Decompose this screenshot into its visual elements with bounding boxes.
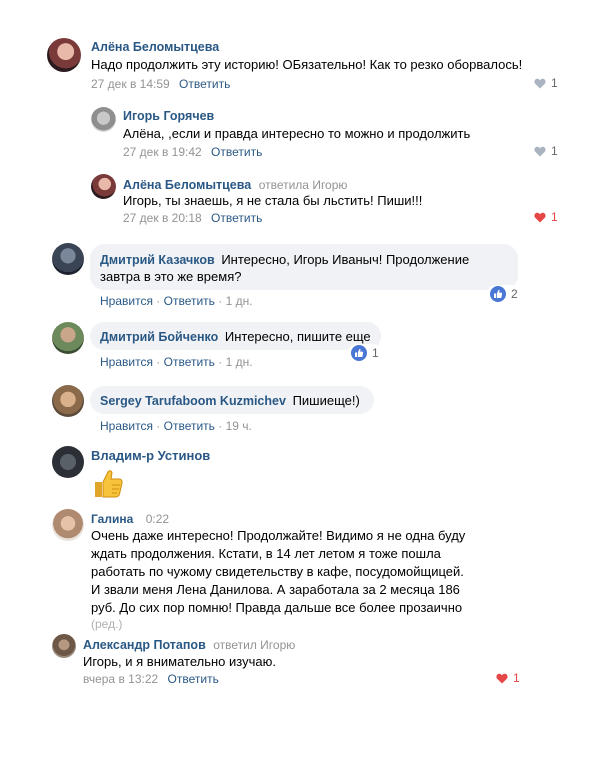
- comment-time[interactable]: 1 дн.: [226, 355, 253, 369]
- comment-author[interactable]: Александр Потапов: [83, 638, 206, 652]
- reply-link[interactable]: Ответить: [164, 355, 215, 369]
- comment-header: Галина 0:22: [91, 510, 169, 528]
- comment-author[interactable]: Алёна Беломытцева: [91, 40, 219, 54]
- comment-author[interactable]: Дмитрий Бойченко: [100, 330, 218, 344]
- comment-meta: вчера в 13:22 Ответить: [83, 672, 219, 686]
- comment-date[interactable]: 27 дек в 19:42: [123, 145, 202, 159]
- like-link[interactable]: Нравится: [100, 294, 153, 308]
- comment-line: Дмитрий Казачков Интересно, Игорь Иваныч…: [100, 252, 469, 267]
- comment-text: Интересно, пишите еще: [224, 329, 371, 344]
- comment-text: Игорь, и я внимательно изучаю.: [83, 654, 276, 669]
- comment-text-line: руб. До сих пор помню! Правда дальше все…: [91, 600, 463, 615]
- reply-link[interactable]: Ответить: [211, 211, 262, 225]
- heart-icon: [496, 673, 508, 683]
- comment-header: Александр Потапов ответил Игорю: [83, 636, 295, 654]
- comment-author[interactable]: Алёна Беломытцева: [123, 178, 251, 192]
- comment-header: Алёна Беломытцева ответила Игорю: [123, 176, 347, 194]
- comment-date[interactable]: 27 дек в 14:59: [91, 77, 170, 91]
- comment-time[interactable]: 19 ч.: [226, 419, 252, 433]
- like-link[interactable]: Нравится: [100, 355, 153, 369]
- avatar[interactable]: [52, 446, 84, 478]
- separator: ·: [156, 419, 161, 433]
- like-button[interactable]: 1: [534, 144, 558, 158]
- heart-icon: [534, 78, 546, 88]
- avatar[interactable]: [52, 243, 84, 275]
- like-button[interactable]: 1: [534, 210, 558, 224]
- comment-time[interactable]: 1 дн.: [226, 294, 253, 308]
- like-button[interactable]: 1: [496, 671, 520, 685]
- thumbs-up-icon: [490, 286, 506, 302]
- comment-line: Дмитрий Бойченко Интересно, пишите еще: [100, 329, 371, 344]
- separator: ·: [156, 355, 161, 369]
- reaction-count[interactable]: 2: [487, 285, 521, 303]
- comment-actions: Нравится · Ответить · 1 дн.: [100, 355, 253, 369]
- like-count: 1: [551, 76, 558, 90]
- answered-to[interactable]: ответил Игорю: [213, 638, 295, 652]
- comment-author[interactable]: Игорь Горячев: [123, 109, 214, 123]
- comment-actions: Нравится · Ответить · 1 дн.: [100, 294, 253, 308]
- thumbs-up-icon: [351, 345, 367, 361]
- avatar[interactable]: [47, 38, 81, 72]
- comment-date[interactable]: 27 дек в 20:18: [123, 211, 202, 225]
- separator: ·: [156, 294, 161, 308]
- comment-text: Надо продолжить эту историю! ОБязательно…: [91, 57, 523, 72]
- reply-link[interactable]: Ответить: [211, 145, 262, 159]
- comment-actions: Нравится · Ответить · 19 ч.: [100, 419, 252, 433]
- avatar[interactable]: [91, 174, 116, 199]
- separator: ·: [218, 419, 223, 433]
- thumbs-up-sticker-icon: [95, 470, 123, 498]
- comment-text-line: Очень даже интересно! Продолжайте! Видим…: [91, 528, 466, 543]
- comment-date[interactable]: вчера в 13:22: [83, 672, 158, 686]
- comment-meta: 27 дек в 20:18 Ответить: [123, 211, 262, 225]
- comment-text: Игорь, ты знаешь, я не стала бы льстить!…: [123, 193, 423, 208]
- reaction-count[interactable]: 1: [348, 344, 382, 362]
- reply-link[interactable]: Ответить: [168, 672, 219, 686]
- like-count: 1: [551, 210, 558, 224]
- comment-author[interactable]: Дмитрий Казачков: [100, 253, 215, 267]
- edited-label: (ред.): [91, 617, 123, 631]
- thumbs-up-sticker: [92, 468, 124, 505]
- comment-author[interactable]: Владим-р Устинов: [91, 448, 210, 463]
- comment-author[interactable]: Sergey Tarufaboom Kuzmichev: [100, 394, 286, 408]
- reply-link[interactable]: Ответить: [164, 294, 215, 308]
- separator: ·: [218, 294, 223, 308]
- comment-time[interactable]: 0:22: [146, 512, 169, 526]
- comment-text: Интересно, Игорь Иваныч! Продолжение: [221, 252, 470, 267]
- reply-link[interactable]: Ответить: [179, 77, 230, 91]
- reply-link[interactable]: Ответить: [164, 419, 215, 433]
- heart-icon: [534, 212, 546, 222]
- avatar[interactable]: [52, 634, 76, 658]
- comment-text-line: работать по чужому свидетельству в кафе,…: [91, 564, 464, 579]
- comment-text: Пишиеще!): [292, 393, 360, 408]
- like-button[interactable]: 1: [534, 76, 558, 90]
- comment-meta: 27 дек в 19:42 Ответить: [123, 145, 262, 159]
- avatar[interactable]: [91, 107, 116, 132]
- comment-text-cont: завтра в это же время?: [100, 269, 242, 284]
- avatar[interactable]: [52, 322, 84, 354]
- heart-icon: [534, 146, 546, 156]
- comment-meta: 27 дек в 14:59 Ответить: [91, 77, 230, 91]
- comment-text-line: ждать продолжения. Кстати, в 14 лет лето…: [91, 546, 441, 561]
- separator: ·: [218, 355, 223, 369]
- avatar[interactable]: [52, 385, 84, 417]
- avatar[interactable]: [52, 509, 84, 541]
- like-link[interactable]: Нравится: [100, 419, 153, 433]
- comment-line: Sergey Tarufaboom Kuzmichev Пишиеще!): [100, 393, 360, 408]
- comment-author[interactable]: Галина: [91, 512, 133, 526]
- comment-text-line: И звали меня Лена Данилова. А заработала…: [91, 582, 460, 597]
- like-count: 1: [513, 671, 520, 685]
- answered-to[interactable]: ответила Игорю: [259, 178, 348, 192]
- reaction-number: 1: [372, 346, 379, 360]
- like-count: 1: [551, 144, 558, 158]
- reaction-number: 2: [511, 287, 518, 301]
- comment-text: Алёна, ,если и правда интересно то можно…: [123, 126, 471, 141]
